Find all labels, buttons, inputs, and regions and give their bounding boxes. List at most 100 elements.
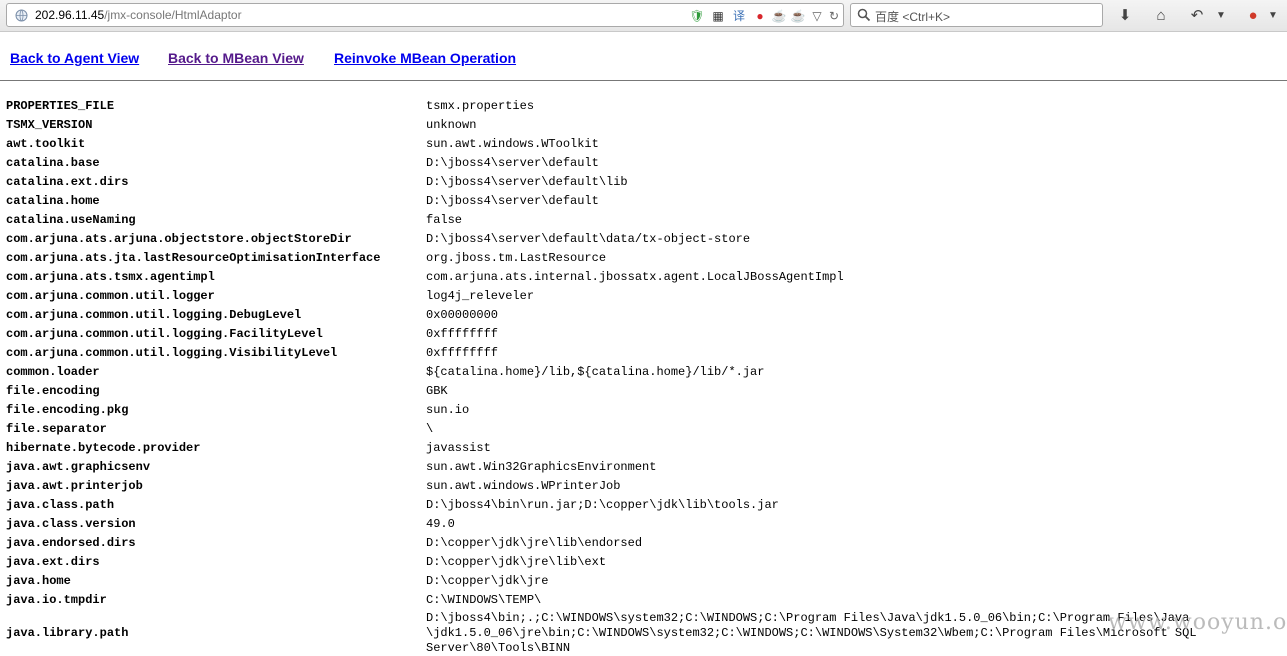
table-row: catalina.ext.dirs D:\jboss4\server\defaul… <box>0 172 1287 191</box>
property-key: com.arjuna.common.util.logging.DebugLeve… <box>6 307 302 322</box>
translate-icon[interactable]: 译 <box>731 8 747 24</box>
table-row: com.arjuna.common.util.logging.DebugLeve… <box>0 305 1287 324</box>
property-value: D:\jboss4\bin\run.jar;D:\copper\jdk\lib\… <box>426 497 779 512</box>
property-key: file.encoding <box>6 383 100 398</box>
table-row: file.encoding GBK <box>0 381 1287 400</box>
table-row: java.class.path D:\jboss4\bin\run.jar;D:\… <box>0 495 1287 514</box>
property-key: java.class.version <box>6 516 136 531</box>
table-row: catalina.home D:\jboss4\server\default <box>0 191 1287 210</box>
property-value: false <box>426 212 463 227</box>
property-key: com.arjuna.ats.jta.lastResourceOptimisat… <box>6 250 381 265</box>
table-row: awt.toolkit sun.awt.windows.WToolkit <box>0 134 1287 153</box>
property-key: java.home <box>6 573 71 588</box>
address-bar[interactable]: 202.96.11.45/jmx-console/HtmlAdaptor 🛡 ▦… <box>6 3 844 27</box>
property-key: com.arjuna.common.util.logging.FacilityL… <box>6 326 323 341</box>
table-row: java.class.version 49.0 <box>0 514 1287 533</box>
property-key: file.separator <box>6 421 107 436</box>
property-value: javassist <box>426 440 491 455</box>
property-key: awt.toolkit <box>6 136 86 151</box>
property-value: \ <box>426 421 434 436</box>
property-value: sun.io <box>426 402 470 417</box>
table-row: catalina.base D:\jboss4\server\default <box>0 153 1287 172</box>
property-value: tsmx.properties <box>426 98 535 113</box>
table-row: com.arjuna.common.util.logger log4j_relev… <box>0 286 1287 305</box>
property-key: PROPERTIES_FILE <box>6 98 115 113</box>
browser-toolbar: 202.96.11.45/jmx-console/HtmlAdaptor 🛡 ▦… <box>0 0 1287 32</box>
property-value: D:\jboss4\server\default\data/tx-object-… <box>426 231 751 246</box>
property-key: java.io.tmpdir <box>6 592 107 607</box>
table-row: hibernate.bytecode.provider javassist <box>0 438 1287 457</box>
property-value: C:\WINDOWS\TEMP\ <box>426 592 542 607</box>
table-row: java.ext.dirs D:\copper\jdk\jre\lib\ext <box>0 552 1287 571</box>
property-key: com.arjuna.ats.tsmx.agentimpl <box>6 269 215 284</box>
property-key: hibernate.bytecode.provider <box>6 440 201 455</box>
property-key: catalina.base <box>6 155 100 170</box>
property-key: java.awt.graphicsenv <box>6 459 151 474</box>
property-key: catalina.home <box>6 193 100 208</box>
property-key: catalina.useNaming <box>6 212 136 227</box>
property-value: log4j_releveler <box>426 288 535 303</box>
home-icon[interactable]: ⌂ <box>1150 5 1172 27</box>
property-value: ${catalina.home}/lib,${catalina.home}/li… <box>426 364 765 379</box>
property-value: 0xffffffff <box>426 326 499 341</box>
back-icon[interactable]: ↶ <box>1186 5 1208 27</box>
property-value: D:\jboss4\server\default <box>426 155 599 170</box>
table-row: java.home D:\copper\jdk\jre <box>0 571 1287 590</box>
table-row: TSMX_VERSION unknown <box>0 115 1287 134</box>
shield-icon[interactable]: 🛡 <box>689 8 705 24</box>
property-key: com.arjuna.ats.arjuna.objectstore.object… <box>6 231 352 246</box>
reload-icon[interactable]: ↻ <box>826 8 842 24</box>
property-value: GBK <box>426 383 448 398</box>
property-value: D:\copper\jdk\jre\lib\endorsed <box>426 535 643 550</box>
property-key: com.arjuna.common.util.logging.Visibilit… <box>6 345 338 360</box>
search-icon <box>857 8 871 22</box>
globe-icon <box>15 9 28 22</box>
property-value: 0x00000000 <box>426 307 499 322</box>
table-row: catalina.useNaming false <box>0 210 1287 229</box>
property-key: com.arjuna.common.util.logger <box>6 288 215 303</box>
addon-dropdown-icon[interactable]: ▼ <box>1262 5 1284 27</box>
divider <box>0 80 1287 81</box>
back-to-agent-view-link[interactable]: Back to Agent View <box>10 50 139 66</box>
table-row: common.loader ${catalina.home}/lib,${cata… <box>0 362 1287 381</box>
menu-icon[interactable]: ▼ <box>1210 5 1232 27</box>
back-to-mbean-view-link[interactable]: Back to MBean View <box>168 50 304 66</box>
table-row: com.arjuna.ats.arjuna.objectstore.object… <box>0 229 1287 248</box>
url-host: 202.96.11.45 <box>35 8 105 22</box>
table-row: com.arjuna.ats.tsmx.agentimpl com.arjuna.… <box>0 267 1287 286</box>
table-row: com.arjuna.common.util.logging.FacilityL… <box>0 324 1287 343</box>
url-path: /jmx-console/HtmlAdaptor <box>104 8 242 22</box>
properties-table: PROPERTIES_FILE tsmx.properties TSMX_VERSI… <box>0 96 1287 656</box>
property-key: catalina.ext.dirs <box>6 174 129 189</box>
property-value: unknown <box>426 117 477 132</box>
search-input[interactable]: 百度 <Ctrl+K> <box>850 3 1103 27</box>
table-row: com.arjuna.common.util.logging.Visibilit… <box>0 343 1287 362</box>
property-value: D:\copper\jdk\jre <box>426 573 549 588</box>
property-key: file.encoding.pkg <box>6 402 129 417</box>
property-value: D:\copper\jdk\jre\lib\ext <box>426 554 607 569</box>
property-value: sun.awt.windows.WToolkit <box>426 136 599 151</box>
table-row: java.library.path D:\jboss4\bin;.;C:\WIND… <box>0 609 1287 656</box>
dropdown-icon[interactable]: ▽ <box>809 8 825 24</box>
java-icon[interactable]: ☕ <box>790 8 806 24</box>
url-text[interactable]: 202.96.11.45/jmx-console/HtmlAdaptor <box>35 8 242 22</box>
weibo-icon[interactable]: ● <box>752 8 768 24</box>
property-key: TSMX_VERSION <box>6 117 93 132</box>
java-icon[interactable]: ☕ <box>771 8 787 24</box>
table-row: java.awt.graphicsenv sun.awt.Win32Graphic… <box>0 457 1287 476</box>
reinvoke-mbean-operation-link[interactable]: Reinvoke MBean Operation <box>334 50 516 66</box>
property-key: java.endorsed.dirs <box>6 535 136 550</box>
property-value: sun.awt.windows.WPrinterJob <box>426 478 621 493</box>
download-icon[interactable]: ⬇ <box>1114 5 1136 27</box>
property-value: D:\jboss4\server\default <box>426 193 599 208</box>
property-value: com.arjuna.ats.internal.jbossatx.agent.L… <box>426 269 844 284</box>
property-value: sun.awt.Win32GraphicsEnvironment <box>426 459 657 474</box>
table-row: com.arjuna.ats.jta.lastResourceOptimisat… <box>0 248 1287 267</box>
addon-icon[interactable]: ● <box>1242 5 1264 27</box>
watermark: www.wooyun.org <box>1108 610 1287 635</box>
table-row: java.endorsed.dirs D:\copper\jdk\jre\lib\… <box>0 533 1287 552</box>
qr-icon[interactable]: ▦ <box>710 8 726 24</box>
table-row: file.separator \ <box>0 419 1287 438</box>
property-value: org.jboss.tm.LastResource <box>426 250 607 265</box>
property-key: common.loader <box>6 364 100 379</box>
